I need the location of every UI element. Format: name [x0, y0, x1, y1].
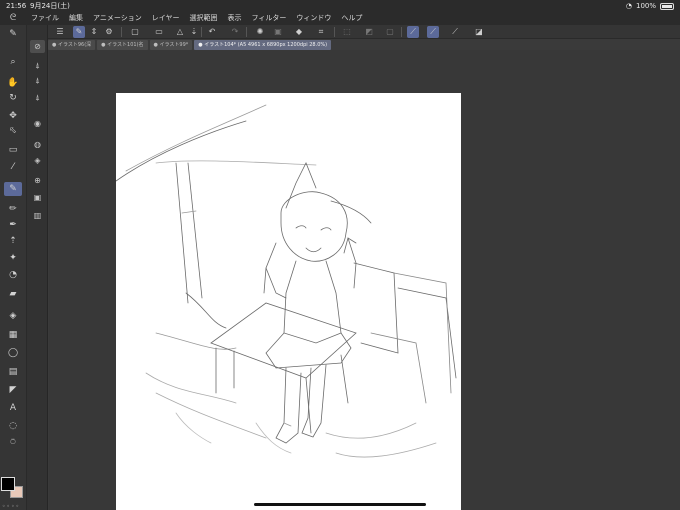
toolbar-divider — [121, 27, 122, 37]
subtool-9-icon[interactable]: ▣ — [30, 191, 45, 204]
crop-icon[interactable]: ⌗ — [315, 26, 327, 38]
menu-window[interactable]: ウィンドウ — [291, 12, 336, 25]
toolbar-divider — [334, 27, 335, 37]
document-tabs: ● イラスト96(深 ● イラスト101(名 ● イラスト99* ● イラスト1… — [48, 40, 680, 50]
clear-icon[interactable]: ▢ — [384, 26, 396, 38]
tab-illust-104[interactable]: ● イラスト104* (A5 4961 x 6890px 1200dpi 28.… — [194, 40, 332, 50]
fill-bucket-icon[interactable]: ◈ — [4, 309, 22, 323]
battery-text: 100% — [635, 2, 656, 10]
subtool-5-icon[interactable]: ◉ — [30, 117, 45, 130]
status-time: 21:56 — [6, 2, 27, 10]
balloon-icon[interactable]: ◌ — [4, 419, 22, 433]
subtool-palette: ⊘ ⍋ ⍋ ⍋ ◉ ◍ ◈ ⊕ ▣ ▥ — [27, 25, 48, 510]
subtool-4-icon[interactable]: ⍋ — [30, 91, 45, 104]
subtool-2-icon[interactable]: ⍋ — [30, 59, 45, 72]
ruler-icon[interactable]: ◤ — [4, 383, 22, 397]
tool-palette: ✎ ⌕ ✋ ↻ ✥ ⬁ ▭ ⁄ ✎ ✏ ✒ ⇡ ✦ ◔ ▰ ◈ ▦ ◯ ▤ ◤ A ◌ ⍥ ◦◦◦◦ — [0, 25, 27, 510]
sketch-drawing — [115, 104, 457, 458]
brush-tool-icon[interactable]: ✒ — [4, 218, 22, 232]
fill-stroke-icon[interactable]: ◪ — [473, 26, 485, 38]
rotate-zoom-icon[interactable]: ↻ — [4, 91, 22, 105]
home-indicator — [254, 503, 426, 506]
status-right: ◔ 100% — [626, 0, 674, 12]
subtool-6-icon[interactable]: ◍ — [30, 138, 45, 151]
subtool-8-icon[interactable]: ⊕ — [30, 174, 45, 187]
menu-icon[interactable]: ☰ — [54, 26, 66, 38]
updown-icon[interactable]: ⇕ — [88, 26, 100, 38]
menu-help[interactable]: ヘルプ — [336, 12, 367, 25]
frame-icon[interactable]: ▤ — [4, 365, 22, 379]
toolbar-divider — [246, 27, 247, 37]
clip-studio-window: 21:56 9月24日(土) ◔ 100% ᘓ ファイル 編集 アニメーション … — [0, 0, 680, 510]
select-arrow-icon[interactable]: ⬁ — [4, 124, 22, 138]
menu-edit[interactable]: 編集 — [64, 12, 88, 25]
eraser-icon[interactable]: ▰ — [4, 287, 22, 301]
pen-stroke-icon[interactable]: ⟋ — [449, 26, 461, 38]
zoom-tool-icon[interactable]: ⌕ — [4, 55, 22, 69]
transparent-color-icon[interactable]: ◦◦◦◦ — [2, 503, 20, 510]
wifi-icon: ◔ — [625, 2, 632, 10]
command-bar: ☰ ✎ ⇕ ⚙ ▢ ▭ △ ⇣ ↶ ↷ ✺ ▣ ◆ ⌗ ⬚ ◩ ▢ ⟋ ⟋ ⟋ … — [0, 25, 680, 39]
status-date: 9月24日(土) — [30, 2, 70, 10]
transform-icon[interactable]: ✺ — [254, 26, 266, 38]
tab-illust-96[interactable]: ● イラスト96(深 — [48, 40, 96, 50]
layer-icon[interactable]: ▣ — [272, 26, 284, 38]
toolbar-divider — [201, 27, 202, 37]
pencil-tool-icon[interactable]: ✏ — [4, 202, 22, 216]
fill-icon[interactable]: ◆ — [293, 26, 305, 38]
foreground-color[interactable] — [1, 477, 15, 491]
menu-view[interactable]: 表示 — [223, 12, 247, 25]
subtool-7-icon[interactable]: ◈ — [30, 154, 45, 167]
toolbar-divider — [401, 27, 402, 37]
new-icon[interactable]: ▢ — [129, 26, 141, 38]
battery-icon — [660, 2, 674, 10]
airbrush-icon[interactable]: ⇡ — [4, 234, 22, 248]
move-tool-icon[interactable]: ✥ — [4, 109, 22, 123]
subtool-1-icon[interactable]: ⊘ — [30, 40, 45, 53]
rect-select-icon[interactable]: ▭ — [4, 143, 22, 157]
brush-preset-icon[interactable]: ✎ — [4, 27, 22, 41]
brush-icon[interactable]: ✎ — [73, 26, 85, 38]
download-icon[interactable]: ⇣ — [188, 26, 200, 38]
blend-icon[interactable]: ◔ — [4, 268, 22, 282]
decoration-icon[interactable]: ✦ — [4, 251, 22, 265]
figure-icon[interactable]: ◯ — [4, 346, 22, 360]
menu-layer[interactable]: レイヤー — [147, 12, 185, 25]
app-logo-icon[interactable]: ᘓ — [0, 12, 26, 25]
select-all-icon[interactable]: ⬚ — [341, 26, 353, 38]
open-icon[interactable]: ▭ — [153, 26, 165, 38]
settings-icon[interactable]: ⚙ — [103, 26, 115, 38]
eyedropper-icon[interactable]: ⁄ — [4, 160, 22, 174]
tab-illust-101[interactable]: ● イラスト101(名 — [97, 40, 148, 50]
invert-icon[interactable]: ◩ — [363, 26, 375, 38]
correction-icon[interactable]: ⍥ — [4, 436, 22, 450]
status-bar: 21:56 9月24日(土) ◔ 100% — [0, 0, 680, 12]
menu-filter[interactable]: フィルター — [247, 12, 292, 25]
menu-selection[interactable]: 選択範囲 — [185, 12, 223, 25]
menu-bar: ᘓ ファイル 編集 アニメーション レイヤー 選択範囲 表示 フィルター ウィン… — [0, 12, 680, 25]
text-tool-icon[interactable]: A — [4, 401, 22, 415]
menu-file[interactable]: ファイル — [26, 12, 64, 25]
save-icon[interactable]: △ — [174, 26, 186, 38]
color-swatch[interactable] — [1, 477, 25, 499]
undo-icon[interactable]: ↶ — [206, 26, 218, 38]
tab-illust-99[interactable]: ● イラスト99* — [149, 40, 193, 50]
subtool-10-icon[interactable]: ▥ — [30, 209, 45, 222]
drawing-canvas[interactable] — [115, 93, 461, 510]
hand-tool-icon[interactable]: ✋ — [4, 76, 22, 90]
menu-animation[interactable]: アニメーション — [88, 12, 147, 25]
subtool-3-icon[interactable]: ⍋ — [30, 74, 45, 87]
pen-tool-icon[interactable]: ✎ — [4, 182, 22, 196]
snap-icon[interactable]: ⟋ — [407, 26, 419, 38]
gradient-icon[interactable]: ▦ — [4, 328, 22, 342]
line-icon[interactable]: ⟋ — [427, 26, 439, 38]
redo-icon[interactable]: ↷ — [229, 26, 241, 38]
